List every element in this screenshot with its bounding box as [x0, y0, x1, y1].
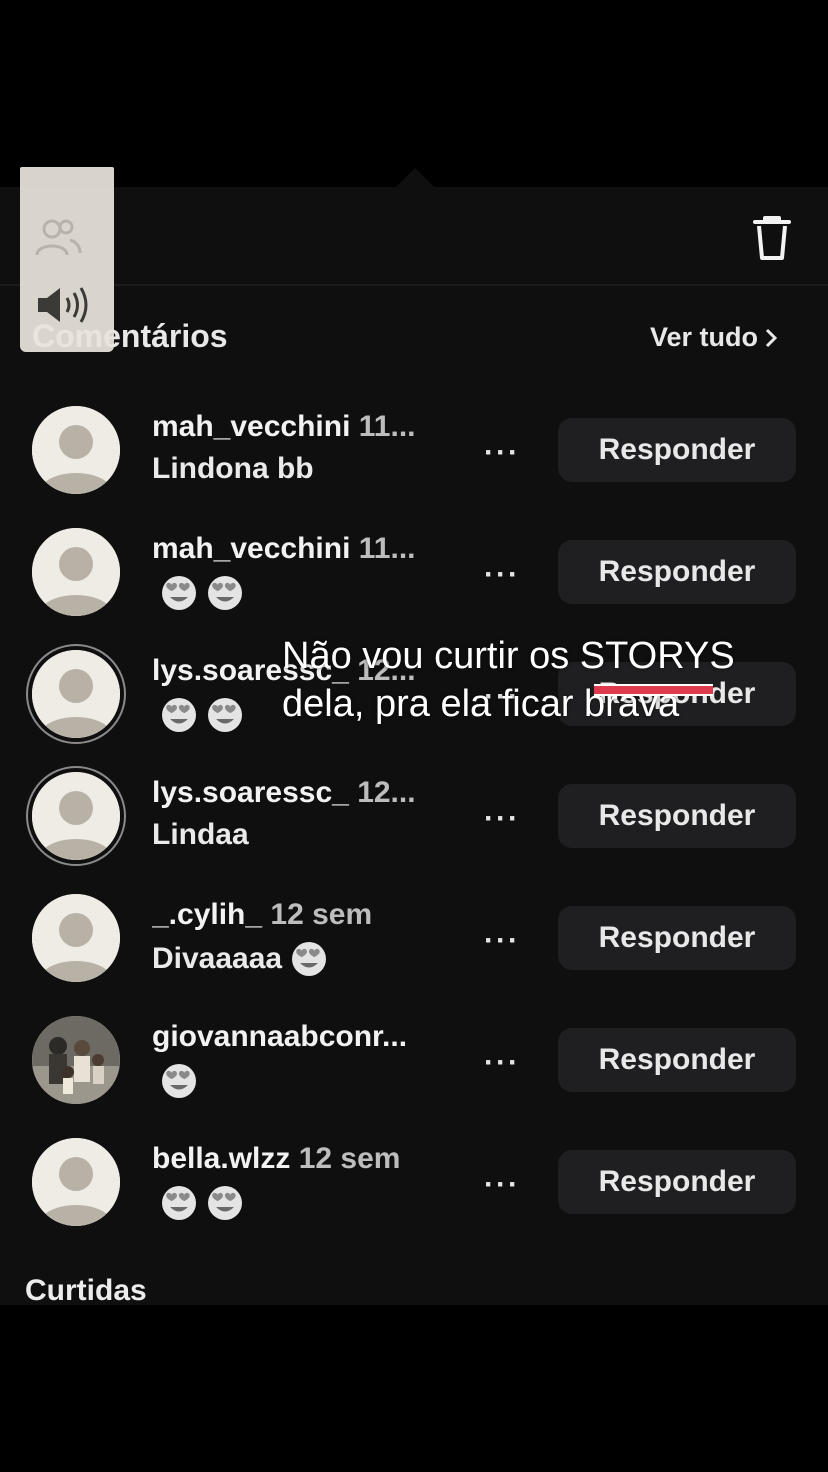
avatar[interactable]: [32, 528, 120, 616]
comment-body: Lindaa: [152, 818, 249, 852]
overlay-caption: Não vou curtir os STORYS dela, pra ela f…: [282, 632, 802, 728]
heart-eyes-emoji-icon: [208, 576, 242, 610]
comment-row: lys.soaressc_ 12... Lindaa ··· Responder: [0, 772, 828, 872]
more-options-icon[interactable]: ···: [484, 558, 520, 592]
comment-row: mah_vecchini 11... ··· Responder: [0, 528, 828, 628]
avatar[interactable]: [32, 1016, 120, 1104]
avatar[interactable]: [32, 894, 120, 982]
see-all-link[interactable]: Ver tudo: [650, 322, 778, 353]
comment-row: mah_vecchini 11... Lindona bb ··· Responder: [0, 406, 828, 506]
more-options-icon[interactable]: ···: [484, 924, 520, 958]
comment-header: bella.wlzz 12 sem: [152, 1142, 452, 1176]
people-icon[interactable]: [34, 217, 82, 259]
heart-eyes-emoji-icon: [162, 1186, 196, 1220]
reply-button[interactable]: Responder: [558, 784, 796, 848]
avatar[interactable]: [32, 1138, 120, 1226]
avatar[interactable]: [32, 650, 120, 738]
see-all-label: Ver tudo: [650, 322, 759, 352]
comment-time: 11...: [358, 410, 416, 443]
comment-time: 12 sem: [298, 1142, 401, 1175]
sheet-pointer: [395, 168, 435, 188]
comment-text: Divaaaaa: [152, 942, 283, 975]
comment-username[interactable]: mah_vecchini: [152, 410, 350, 443]
more-options-icon[interactable]: ···: [484, 436, 520, 470]
comment-row: bella.wlzz 12 sem ··· Responder: [0, 1138, 828, 1238]
comment-row: giovannaabconr... ··· Responder: [0, 1016, 828, 1116]
speaker-icon[interactable]: [34, 284, 96, 326]
comment-text: Lindona bb: [152, 452, 314, 485]
comment-body: [152, 1184, 244, 1222]
comment-header: giovannaabconr...: [152, 1020, 452, 1054]
comment-body: Lindona bb: [152, 452, 314, 486]
avatar[interactable]: [32, 772, 120, 860]
comment-username[interactable]: giovannaabconr...: [152, 1020, 407, 1053]
comment-time: 11...: [358, 532, 416, 565]
heart-eyes-emoji-icon: [162, 1064, 196, 1098]
comment-body: [152, 696, 244, 734]
heart-eyes-emoji-icon: [208, 1186, 242, 1220]
comment-header: lys.soaressc_ 12...: [152, 776, 452, 810]
reply-button[interactable]: Responder: [558, 906, 796, 970]
likes-section-title: Curtidas: [25, 1274, 147, 1307]
comment-header: mah_vecchini 11...: [152, 532, 452, 566]
comment-body: [152, 574, 244, 612]
comment-header: mah_vecchini 11...: [152, 410, 452, 444]
caption-line1-text: Não vou curtir os: [282, 635, 580, 677]
comment-body: Divaaaaa: [152, 940, 328, 978]
heart-eyes-emoji-icon: [162, 576, 196, 610]
header-divider: [0, 284, 828, 286]
comment-username[interactable]: lys.soaressc_: [152, 776, 349, 809]
reply-button[interactable]: Responder: [558, 1028, 796, 1092]
comment-username[interactable]: mah_vecchini: [152, 532, 350, 565]
trash-icon[interactable]: [750, 214, 794, 262]
reply-button[interactable]: Responder: [558, 1150, 796, 1214]
side-panel: [20, 167, 114, 352]
comment-row: _.cylih_ 12 sem Divaaaaa ··· Responder: [0, 894, 828, 994]
comment-username[interactable]: bella.wlzz: [152, 1142, 290, 1175]
heart-eyes-emoji-icon: [208, 698, 242, 732]
chevron-right-icon: [765, 328, 778, 347]
heart-eyes-emoji-icon: [162, 698, 196, 732]
comment-header: _.cylih_ 12 sem: [152, 898, 452, 932]
more-options-icon[interactable]: ···: [484, 802, 520, 836]
comment-username[interactable]: _.cylih_: [152, 898, 262, 931]
heart-eyes-emoji-icon: [292, 942, 327, 976]
caption-highlight-word: STORYS: [580, 632, 735, 696]
comment-text: Lindaa: [152, 818, 249, 851]
comment-body: [152, 1062, 198, 1100]
avatar[interactable]: [32, 406, 120, 494]
more-options-icon[interactable]: ···: [484, 1046, 520, 1080]
more-options-icon[interactable]: ···: [484, 1168, 520, 1202]
comment-time: 12 sem: [270, 898, 373, 931]
comment-time: 12...: [357, 776, 416, 809]
reply-button[interactable]: Responder: [558, 540, 796, 604]
reply-button[interactable]: Responder: [558, 418, 796, 482]
